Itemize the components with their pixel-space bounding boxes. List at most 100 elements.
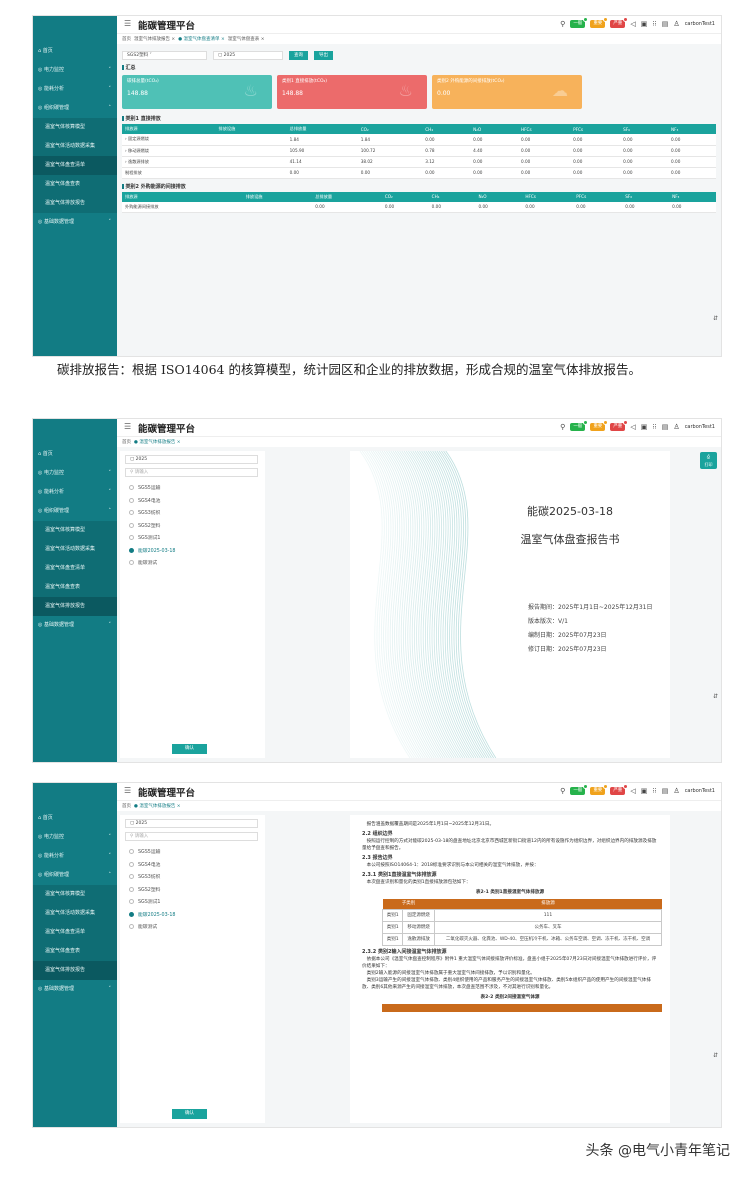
- org-radio[interactable]: 能碳2025-03-18: [120, 910, 265, 923]
- org-radio[interactable]: SGS测试1: [120, 533, 265, 546]
- sidebar-item[interactable]: ◎ 能耗分析 ˅: [33, 847, 117, 866]
- sidebar-item[interactable]: ◎ 电力监控 ˅: [33, 464, 117, 483]
- search-input[interactable]: ⚲ 请输入: [125, 468, 258, 477]
- org-radio[interactable]: SGS5运输: [120, 483, 265, 496]
- sidebar-item[interactable]: 温室气体盘查清单: [33, 156, 117, 175]
- alarm-badge[interactable]: 严重: [610, 784, 629, 795]
- sidebar-item[interactable]: 温室气体排放报告: [33, 961, 117, 980]
- scroll-icon[interactable]: ⇵: [713, 693, 718, 700]
- scroll-icon[interactable]: ⇵: [713, 1052, 718, 1059]
- year-picker[interactable]: ▢ 2025: [125, 819, 258, 828]
- doc-scrollbar[interactable]: [721, 910, 722, 928]
- sidebar-item[interactable]: ⌂ 首页: [33, 809, 117, 828]
- sidebar-item[interactable]: 温室气体排放报告: [33, 194, 117, 213]
- org-radio[interactable]: SGS3纺织: [120, 508, 265, 521]
- sidebar-item[interactable]: 温室气体盘查清单: [33, 559, 117, 578]
- org-radio[interactable]: SGS5运输: [120, 847, 265, 860]
- confirm-button[interactable]: 确认: [172, 1109, 207, 1119]
- menu-icon[interactable]: ☰: [124, 786, 131, 795]
- alarm-badge[interactable]: 一般: [570, 784, 589, 795]
- username[interactable]: carbonTest1: [685, 788, 715, 794]
- sidebar-item[interactable]: ◎ 组织碳管理 ˄: [33, 99, 117, 118]
- sidebar-item[interactable]: ◎ 电力监控 ˅: [33, 61, 117, 80]
- alarm-badge[interactable]: 一般: [570, 420, 589, 431]
- sidebar-item[interactable]: ◎ 组织碳管理 ˄: [33, 866, 117, 885]
- sidebar-item[interactable]: ⌂ 首页: [33, 445, 117, 464]
- grid-icon[interactable]: ⁝⁝: [652, 423, 656, 431]
- screen-icon[interactable]: ▣: [641, 20, 648, 28]
- sidebar-item[interactable]: 温室气体排放报告: [33, 597, 117, 616]
- search-icon[interactable]: ⚲: [560, 20, 565, 28]
- tab[interactable]: 温室气体排放报告 ×: [134, 36, 175, 42]
- sidebar-item[interactable]: ◎ 基础数据管理 ˅: [33, 980, 117, 999]
- alarm-badge[interactable]: 一般: [570, 17, 589, 28]
- grid-icon[interactable]: ⁝⁝: [652, 20, 656, 28]
- sidebar-item[interactable]: 温室气体核算模型: [33, 118, 117, 137]
- sidebar-item[interactable]: ◎ 组织碳管理 ˄: [33, 502, 117, 521]
- sidebar-item[interactable]: ⌂ 首页: [33, 42, 117, 61]
- confirm-button[interactable]: 确认: [172, 744, 207, 754]
- search-icon[interactable]: ⚲: [560, 787, 565, 795]
- search-input[interactable]: ⚲ 请输入: [125, 832, 258, 841]
- org-radio[interactable]: 能碳测试: [120, 922, 265, 935]
- username[interactable]: carbonTest1: [685, 424, 715, 430]
- alarm-badge[interactable]: 严重: [610, 17, 629, 28]
- alarm-badge[interactable]: 重要: [590, 420, 609, 431]
- sidebar-item[interactable]: 温室气体活动数据采集: [33, 904, 117, 923]
- username[interactable]: carbonTest1: [685, 21, 715, 27]
- speaker-icon[interactable]: ◁: [630, 423, 635, 431]
- sidebar-item[interactable]: 温室气体活动数据采集: [33, 137, 117, 156]
- layout-icon[interactable]: ▤: [662, 20, 669, 28]
- year-picker[interactable]: ▢ 2025: [125, 455, 258, 464]
- year-picker[interactable]: ▢ 2025: [213, 51, 283, 60]
- alarm-badge[interactable]: 重要: [590, 784, 609, 795]
- search-icon[interactable]: ⚲: [560, 423, 565, 431]
- print-button[interactable]: ⎙ 打印: [700, 452, 717, 469]
- speaker-icon[interactable]: ◁: [630, 787, 635, 795]
- org-radio[interactable]: SGS3纺织: [120, 872, 265, 885]
- org-radio[interactable]: 能碳2025-03-18: [120, 546, 265, 559]
- shirt-icon[interactable]: ♙: [673, 787, 679, 795]
- sidebar-item[interactable]: ◎ 能耗分析 ˅: [33, 80, 117, 99]
- sidebar-item[interactable]: 温室气体盘查表: [33, 942, 117, 961]
- shirt-icon[interactable]: ♙: [673, 423, 679, 431]
- table-row[interactable]: › 逸散源排放 41.14 38.02 3.12 0.00 0.00 0.00 0.00 0.0…: [122, 156, 716, 168]
- layout-icon[interactable]: ▤: [662, 787, 669, 795]
- sidebar-item[interactable]: 温室气体盘查表: [33, 578, 117, 597]
- table-row[interactable]: › 移动源燃烧 105.90 100.72 0.78 4.40 0.00 0.00 0.00 0…: [122, 145, 716, 157]
- org-radio[interactable]: SGS2塑料: [120, 885, 265, 898]
- tab[interactable]: 首页: [122, 439, 131, 445]
- alarm-badge[interactable]: 严重: [610, 420, 629, 431]
- org-radio[interactable]: SGS4电池: [120, 860, 265, 873]
- sidebar-item[interactable]: 温室气体盘查表: [33, 175, 117, 194]
- menu-icon[interactable]: ☰: [124, 422, 131, 431]
- tab[interactable]: ● 温室气体盘查清单 ×: [178, 36, 225, 42]
- menu-icon[interactable]: ☰: [124, 19, 131, 28]
- sidebar-item[interactable]: 温室气体核算模型: [33, 885, 117, 904]
- tab[interactable]: 温室气体盘查表 ×: [228, 36, 265, 42]
- tab[interactable]: ● 温室气体排放报告 ×: [134, 439, 181, 445]
- org-select[interactable]: SGS2塑料 ˅: [122, 51, 207, 60]
- org-radio[interactable]: SGS4电池: [120, 496, 265, 509]
- table-row[interactable]: 外购能源间接排放 0.00 0.00 0.00 0.00 0.00 0.00 0.00 0.00: [122, 201, 716, 213]
- table-row[interactable]: › 固定源燃烧 1.84 1.84 0.00 0.00 0.00 0.00 0.00 0.00: [122, 134, 716, 146]
- screen-icon[interactable]: ▣: [641, 423, 648, 431]
- tab[interactable]: ● 温室气体排放报告 ×: [134, 803, 181, 809]
- sidebar-item[interactable]: 温室气体核算模型: [33, 521, 117, 540]
- scroll-icon[interactable]: ⇵: [713, 315, 718, 322]
- speaker-icon[interactable]: ◁: [630, 20, 635, 28]
- alarm-badge[interactable]: 重要: [590, 17, 609, 28]
- org-radio[interactable]: SGS测试1: [120, 897, 265, 910]
- sidebar-item[interactable]: ◎ 电力监控 ˅: [33, 828, 117, 847]
- org-radio[interactable]: 能碳测试: [120, 558, 265, 571]
- shirt-icon[interactable]: ♙: [673, 20, 679, 28]
- sidebar-item[interactable]: ◎ 能耗分析 ˅: [33, 483, 117, 502]
- table-row[interactable]: 制程排放 0.00 0.00 0.00 0.00 0.00 0.00 0.00 0.00: [122, 167, 716, 179]
- layout-icon[interactable]: ▤: [662, 423, 669, 431]
- tab[interactable]: 首页: [122, 803, 131, 809]
- sidebar-item[interactable]: ◎ 基础数据管理 ˅: [33, 616, 117, 635]
- org-radio[interactable]: SGS2塑料: [120, 521, 265, 534]
- sidebar-item[interactable]: ◎ 基础数据管理 ˅: [33, 213, 117, 232]
- sidebar-item[interactable]: 温室气体盘查清单: [33, 923, 117, 942]
- grid-icon[interactable]: ⁝⁝: [652, 787, 656, 795]
